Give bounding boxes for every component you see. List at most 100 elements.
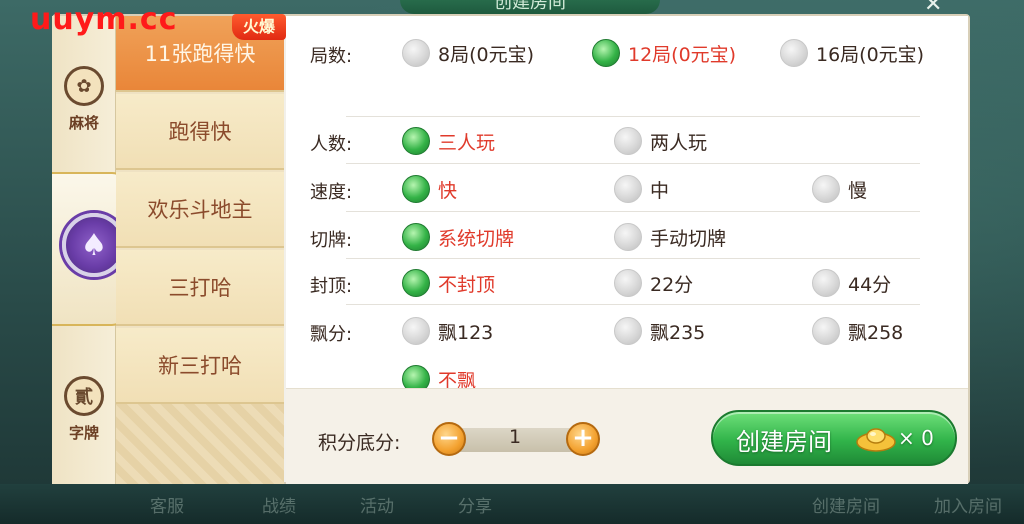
radio-icon — [614, 127, 642, 155]
base-score-label: 积分底分: — [318, 432, 401, 454]
radio-selected-icon — [402, 175, 430, 203]
bg-bar-item: 战绩 — [262, 497, 296, 517]
create-room-label: 创建房间 — [736, 428, 832, 456]
radio-icon — [780, 39, 808, 67]
option-text: 16局(0元宝) — [816, 43, 925, 66]
bg-bar-item: 客服 — [150, 497, 184, 517]
option-speed-fast[interactable]: 快 — [402, 174, 457, 204]
option-row-cap: 封顶: 不封顶 22分 44分 — [286, 260, 968, 306]
option-text: 三人玩 — [438, 131, 496, 154]
radio-icon — [812, 175, 840, 203]
hot-badge: 火爆 — [232, 14, 286, 40]
option-speed-medium[interactable]: 中 — [614, 174, 669, 204]
mahjong-icon: ✿ — [64, 66, 104, 106]
game-tab-label: 新三打哈 — [158, 354, 242, 378]
option-row-cut: 切牌: 系统切牌 手动切牌 — [286, 214, 968, 260]
option-text: 两人玩 — [650, 131, 708, 154]
radio-selected-icon — [592, 39, 620, 67]
radio-icon — [812, 317, 840, 345]
game-tab-doudizhu[interactable]: 欢乐斗地主 — [116, 172, 284, 248]
game-tab-label: 11张跑得快 — [144, 42, 256, 66]
option-text: 中 — [650, 179, 670, 202]
bg-bar-item: 活动 — [360, 497, 394, 517]
option-text: 44分 — [848, 273, 892, 296]
increment-button[interactable]: + — [566, 422, 600, 456]
game-tab-new-sandaha[interactable]: 新三打哈 — [116, 328, 284, 404]
divider — [346, 211, 920, 212]
option-text: 飘123 — [438, 321, 494, 344]
dialog-title: 创建房间 — [400, 0, 660, 14]
radio-selected-icon — [402, 269, 430, 297]
option-row-float: 飘分: 飘123 飘235 飘258 — [286, 308, 968, 354]
radio-icon — [614, 317, 642, 345]
category-mahjong[interactable]: ✿ 麻将 — [52, 66, 116, 133]
bg-bar-item: 加入房间 — [934, 497, 1002, 517]
er-character-icon: 貳 — [64, 376, 104, 416]
option-speed-slow[interactable]: 慢 — [812, 174, 867, 204]
option-text: 12局(0元宝) — [628, 43, 737, 66]
game-tab-label: 欢乐斗地主 — [147, 198, 253, 222]
option-label: 切牌: — [310, 230, 353, 251]
option-text: 快 — [438, 179, 458, 202]
divider — [346, 304, 920, 305]
option-text: 飘235 — [650, 321, 706, 344]
divider — [346, 258, 920, 259]
option-players-3[interactable]: 三人玩 — [402, 126, 495, 156]
options-panel: 局数: 8局(0元宝) 12局(0元宝) 16局(0元宝) 人数: 三人玩 两人… — [286, 16, 968, 393]
radio-selected-icon — [402, 223, 430, 251]
radio-icon — [812, 269, 840, 297]
bg-bar-item: 分享 — [458, 497, 492, 517]
room-cost: × 0 — [898, 426, 934, 450]
option-rounds-16[interactable]: 16局(0元宝) — [780, 38, 924, 68]
option-label: 封顶: — [310, 276, 353, 297]
option-rounds-12[interactable]: 12局(0元宝) — [592, 38, 736, 68]
option-players-2[interactable]: 两人玩 — [614, 126, 707, 156]
option-float-235[interactable]: 飘235 — [614, 316, 705, 346]
option-row-players: 人数: 三人玩 两人玩 — [286, 118, 968, 164]
game-tab-sandaha[interactable]: 三打哈 — [116, 250, 284, 326]
close-icon[interactable]: ✕ — [924, 0, 942, 17]
option-text: 22分 — [650, 273, 694, 296]
option-float-258[interactable]: 飘258 — [812, 316, 903, 346]
option-text: 系统切牌 — [438, 227, 515, 250]
category-label: 麻将 — [68, 114, 99, 132]
option-label: 飘分: — [310, 324, 353, 345]
watermark: uuym.cc — [30, 2, 178, 37]
option-float-123[interactable]: 飘123 — [402, 316, 493, 346]
option-rounds-8[interactable]: 8局(0元宝) — [402, 38, 534, 68]
radio-selected-icon — [402, 127, 430, 155]
gold-ingot-icon — [856, 428, 896, 452]
radio-icon — [402, 39, 430, 67]
game-list-filler — [116, 404, 284, 484]
category-zipai[interactable]: 貳 字牌 — [52, 376, 116, 443]
option-text: 慢 — [848, 179, 868, 202]
option-cut-system[interactable]: 系统切牌 — [402, 222, 514, 252]
game-tab-label: 跑得快 — [168, 120, 232, 144]
option-text: 不封顶 — [438, 273, 496, 296]
radio-icon — [402, 317, 430, 345]
decrement-button[interactable]: − — [432, 422, 466, 456]
option-cut-manual[interactable]: 手动切牌 — [614, 222, 726, 252]
background-bottom-bar: 客服 战绩 活动 分享 创建房间 加入房间 — [0, 484, 1024, 524]
option-row-rounds: 局数: 8局(0元宝) 12局(0元宝) 16局(0元宝) — [286, 30, 968, 76]
base-score-value: 1 — [508, 426, 522, 448]
option-cap-none[interactable]: 不封顶 — [402, 268, 495, 298]
bg-bar-item: 创建房间 — [812, 497, 880, 517]
option-text: 飘258 — [848, 321, 904, 344]
radio-icon — [614, 223, 642, 251]
option-text: 8局(0元宝) — [438, 43, 535, 66]
game-tab-label: 三打哈 — [168, 276, 232, 300]
option-label: 速度: — [310, 182, 353, 203]
radio-icon — [614, 175, 642, 203]
option-label: 局数: — [310, 46, 353, 67]
category-label: 字牌 — [68, 424, 99, 442]
game-tab-paodekuai[interactable]: 跑得快 — [116, 94, 284, 170]
divider — [346, 163, 920, 164]
option-row-speed: 速度: 快 中 慢 — [286, 166, 968, 212]
option-cap-44[interactable]: 44分 — [812, 268, 891, 298]
divider — [346, 116, 920, 117]
option-text: 手动切牌 — [650, 227, 727, 250]
option-cap-22[interactable]: 22分 — [614, 268, 693, 298]
option-label: 人数: — [310, 134, 353, 155]
radio-icon — [614, 269, 642, 297]
